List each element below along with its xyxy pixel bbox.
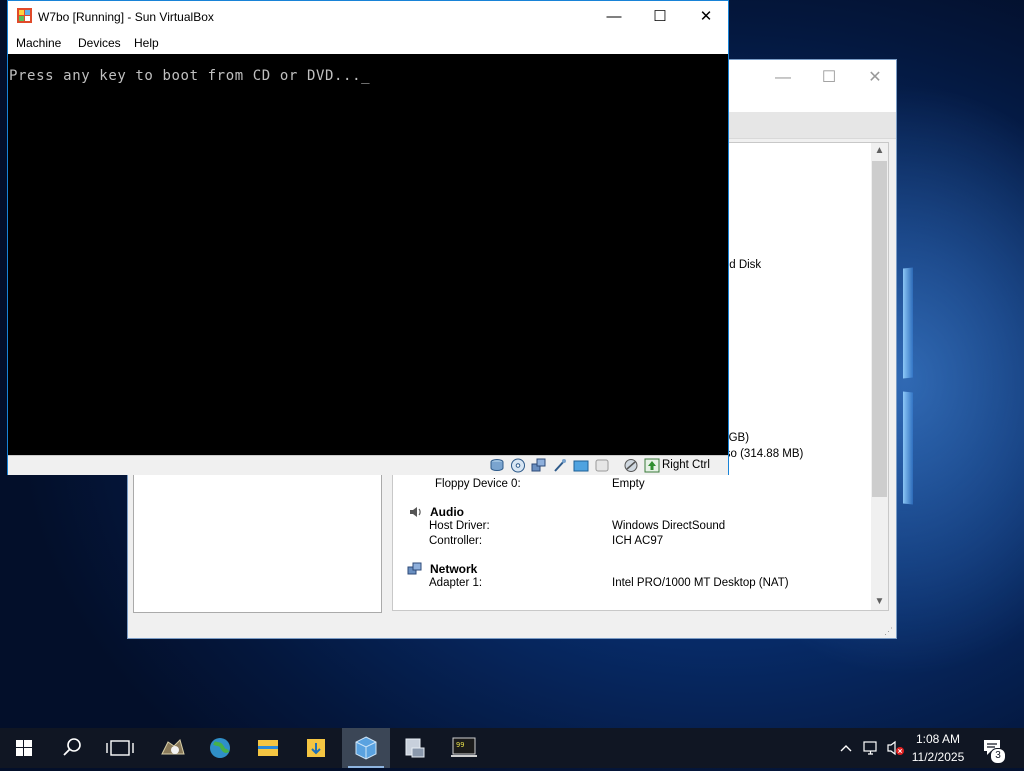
shared-folder-icon[interactable] — [573, 458, 589, 473]
virtualbox-app-icon — [17, 8, 32, 23]
network-heading: Network — [430, 562, 478, 576]
host-driver-value: Windows DirectSound — [612, 520, 726, 532]
terminal-icon: 99 — [451, 737, 477, 757]
vm-window[interactable]: W7bo [Running] - Sun VirtualBox — ☐ ✕ Ma… — [7, 0, 729, 475]
vm-list-panel[interactable] — [133, 470, 382, 613]
globe-icon — [210, 738, 230, 758]
network-icon — [407, 562, 422, 575]
app-icon-1 — [161, 739, 185, 755]
task-view-button[interactable] — [96, 728, 144, 768]
search-button[interactable] — [48, 728, 96, 768]
host-driver-label: Host Driver: — [429, 520, 490, 532]
task-view-icon — [106, 740, 134, 756]
vm-menubar: Machine Devices Help — [8, 32, 728, 54]
vm-minimize-button[interactable]: — — [591, 1, 637, 32]
network-tray-icon[interactable] — [862, 739, 880, 757]
desktop-wallpaper-beam — [903, 391, 913, 505]
manager-minimize-button[interactable]: — — [760, 64, 806, 92]
taskbar-terminal[interactable]: 99 — [440, 728, 488, 768]
controller-value: ICH AC97 — [612, 535, 664, 547]
desktop-wallpaper-beam — [903, 267, 913, 379]
usb-icon[interactable] — [552, 458, 568, 473]
menu-machine[interactable]: Machine — [16, 36, 61, 50]
audio-heading: Audio — [430, 505, 464, 519]
manager-maximize-button[interactable]: ☐ — [806, 64, 852, 92]
menu-devices[interactable]: Devices — [78, 36, 121, 50]
notification-count-badge: 3 — [990, 748, 1006, 764]
floppy-value: Empty — [612, 478, 645, 490]
taskbar-virtualbox[interactable] — [342, 728, 390, 768]
svg-text:99: 99 — [456, 741, 464, 749]
vm-maximize-button[interactable]: ☐ — [637, 1, 683, 32]
audio-icon — [410, 507, 421, 517]
windows-start-icon — [16, 740, 32, 756]
start-button[interactable] — [0, 728, 48, 768]
virtual-machine-icon — [405, 738, 425, 758]
menu-help[interactable]: Help — [134, 36, 159, 50]
taskbar-virtual-machine[interactable] — [390, 728, 438, 768]
virtualbox-icon — [355, 736, 377, 760]
mouse-integration-icon[interactable] — [623, 458, 639, 473]
taskbar-app-1[interactable] — [148, 728, 196, 768]
floppy-label: Floppy Device 0: — [435, 478, 521, 490]
host-key-arrow-icon — [644, 458, 660, 473]
controller-label: Controller: — [429, 535, 483, 547]
vm-statusbar: Right Ctrl — [8, 455, 728, 475]
details-scrollbar[interactable]: ▲ ▼ — [871, 143, 888, 610]
iso-fragment: .iso (314.88 MB) — [719, 448, 804, 460]
adapter-label: Adapter 1: — [429, 577, 483, 589]
taskbar-file-explorer[interactable] — [244, 728, 292, 768]
vm-close-button[interactable]: ✕ — [683, 1, 729, 32]
network-icon[interactable] — [531, 458, 547, 473]
hard-disk-icon[interactable] — [489, 458, 505, 473]
manager-close-button[interactable]: ✕ — [852, 64, 898, 92]
display-icon[interactable] — [594, 458, 610, 473]
boot-prompt-text: Press any key to boot from CD or DVD..._ — [9, 68, 371, 84]
vm-display[interactable]: Press any key to boot from CD or DVD..._ — [8, 54, 728, 455]
clock-time[interactable]: 1:08 AM — [908, 732, 968, 746]
clock-date[interactable]: 11/2/2025 — [908, 750, 968, 764]
scroll-down-arrow[interactable]: ▼ — [871, 594, 888, 610]
taskbar: 99 1:08 AM 11/2/2025 3 — [0, 728, 1024, 768]
vm-window-title: W7bo [Running] - Sun VirtualBox — [38, 10, 214, 24]
host-key-label: Right Ctrl — [662, 459, 710, 471]
scroll-up-arrow[interactable]: ▲ — [871, 143, 888, 159]
scroll-thumb[interactable] — [872, 161, 887, 497]
resize-grip[interactable]: ⋰ — [884, 626, 894, 636]
folder-download-icon — [307, 739, 325, 757]
chevron-up-icon[interactable] — [838, 740, 854, 756]
file-explorer-icon — [258, 740, 278, 756]
taskbar-folder-download[interactable] — [292, 728, 340, 768]
taskbar-app-2[interactable] — [196, 728, 244, 768]
volume-muted-icon[interactable] — [886, 739, 906, 757]
vm-titlebar[interactable]: W7bo [Running] - Sun VirtualBox — ☐ ✕ — [8, 1, 728, 32]
search-icon — [63, 738, 81, 756]
adapter-value: Intel PRO/1000 MT Desktop (NAT) — [612, 577, 789, 589]
optical-disk-icon[interactable] — [510, 458, 526, 473]
